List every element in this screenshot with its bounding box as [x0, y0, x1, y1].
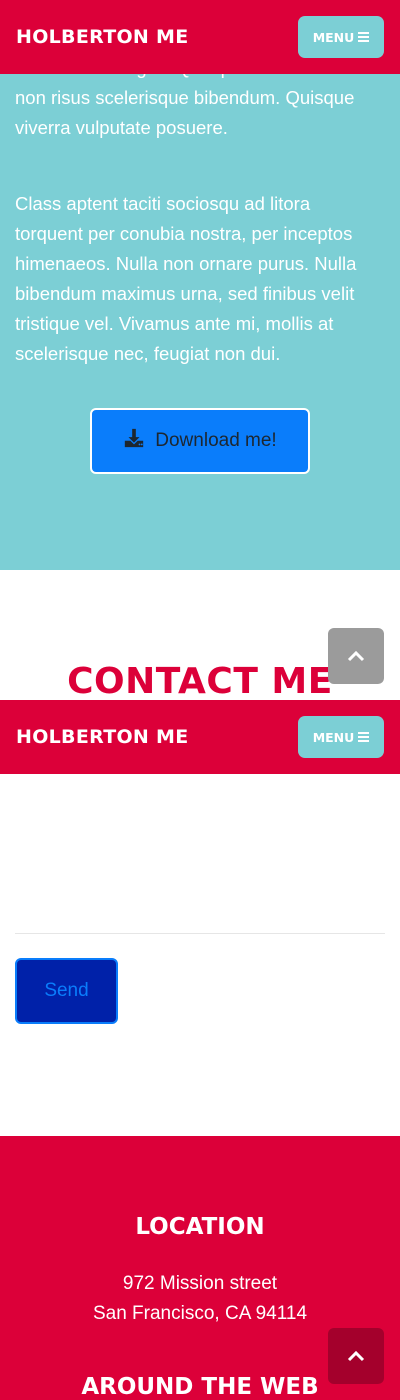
chevron-up-icon: [347, 650, 365, 662]
about-paragraph-2: Class aptent taciti sociosqu ad litora t…: [15, 193, 357, 364]
bars-icon: [358, 32, 370, 42]
form-divider: [15, 933, 385, 934]
navbar-sticky: HOLBERTON ME MENU: [0, 700, 400, 774]
location-title: LOCATION: [135, 1214, 265, 1240]
download-label: Download me!: [155, 430, 277, 451]
download-icon: [123, 427, 145, 455]
send-button[interactable]: Send: [15, 958, 118, 1024]
brand-logo-sticky[interactable]: HOLBERTON ME: [16, 726, 189, 748]
brand-logo[interactable]: HOLBERTON ME: [16, 26, 189, 48]
about-section: malesuada feugiat. Quisque malesuada orc…: [0, 0, 400, 570]
menu-label-sticky: MENU: [312, 729, 355, 745]
bars-icon: [358, 732, 370, 742]
menu-label: MENU: [312, 29, 355, 45]
menu-button[interactable]: MENU: [298, 16, 384, 58]
scroll-top-button[interactable]: [328, 628, 384, 684]
chevron-up-icon: [347, 1350, 365, 1362]
menu-button-sticky[interactable]: MENU: [298, 716, 384, 758]
download-button[interactable]: Download me!: [90, 408, 310, 474]
address-line-1: 972 Mission street: [122, 1273, 278, 1294]
navbar: HOLBERTON ME MENU: [0, 0, 400, 74]
scroll-top-button-footer[interactable]: [328, 1328, 384, 1384]
address-line-2: San Francisco, CA 94114: [92, 1303, 308, 1324]
